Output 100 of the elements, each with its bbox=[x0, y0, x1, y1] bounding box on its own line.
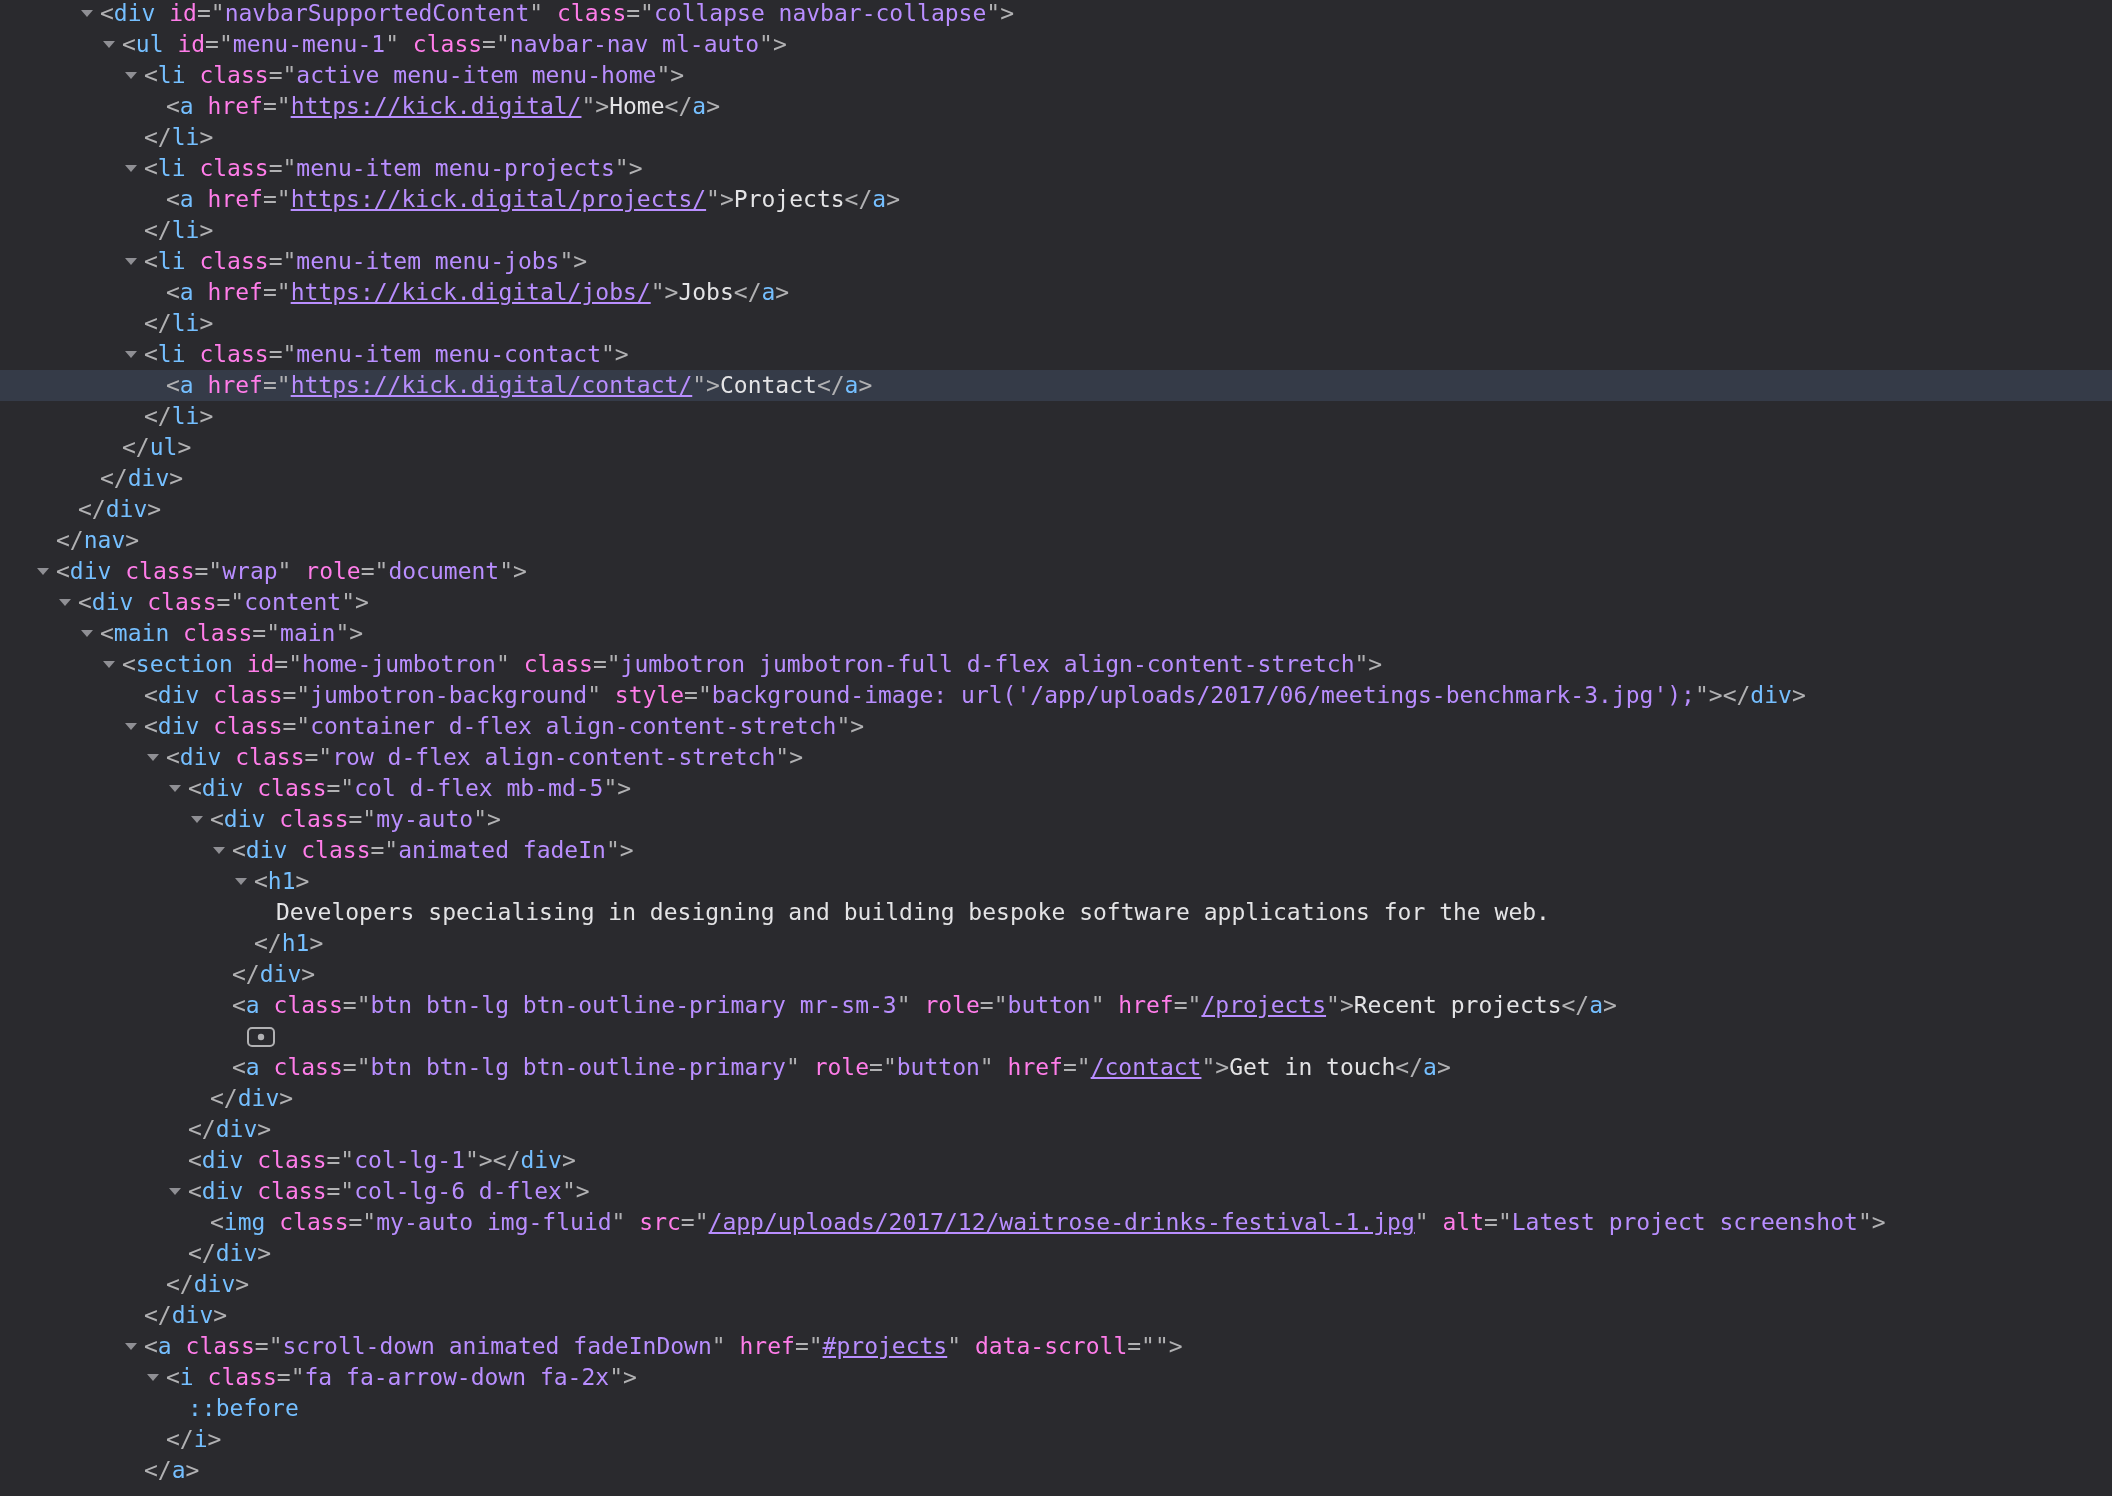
dom-node-row[interactable]: </i> bbox=[0, 1424, 2112, 1455]
dom-node-row[interactable]: </div> bbox=[0, 1083, 2112, 1114]
dom-node-row[interactable]: <div class="wrap" role="document"> bbox=[0, 556, 2112, 587]
dom-node-row[interactable]: <a class="btn btn-lg btn-outline-primary mr-sm-3" role="button" href="/projects">Recent projects</a> bbox=[0, 990, 2112, 1021]
markup-text: </li> bbox=[144, 309, 214, 338]
markup-text: </i> bbox=[166, 1425, 222, 1454]
dom-node-row[interactable]: <div class="animated fadeIn"> bbox=[0, 835, 2112, 866]
link[interactable]: /contact bbox=[1090, 1054, 1202, 1080]
link[interactable]: https://kick.digital/ bbox=[290, 93, 582, 119]
dom-node-row[interactable]: <div class="container d-flex align-content-stretch"> bbox=[0, 711, 2112, 742]
markup-text: <a class="btn btn-lg btn-outline-primary mr-sm-3" role="button" href="/projects">Recent projects</a> bbox=[232, 991, 1617, 1020]
dom-node-row[interactable]: <div class="row d-flex align-content-stretch"> bbox=[0, 742, 2112, 773]
markup-text: <a href="https://kick.digital/jobs/">Jobs</a> bbox=[166, 278, 790, 307]
markup-text: <div class="col d-flex mb-md-5"> bbox=[188, 774, 632, 803]
markup-text: </li> bbox=[144, 123, 214, 152]
dom-node-row[interactable]: </div> bbox=[0, 1269, 2112, 1300]
dom-node-row[interactable]: <li class="menu-item menu-contact"> bbox=[0, 339, 2112, 370]
markup-text: <li class="active menu-item menu-home"> bbox=[144, 61, 685, 90]
dom-node-row[interactable]: </a> bbox=[0, 1455, 2112, 1486]
dom-node-row[interactable]: </div> bbox=[0, 1300, 2112, 1331]
markup-text: </div> bbox=[232, 960, 316, 989]
markup-text: <i class="fa fa-arrow-down fa-2x"> bbox=[166, 1363, 637, 1392]
dom-node-row[interactable]: </div> bbox=[0, 463, 2112, 494]
markup-text: </div> bbox=[78, 495, 162, 524]
dom-node-row[interactable]: <div class="jumbotron-background" style="background-image: url('/app/uploads/2017/06/meetings-benchmark-3.jpg');"></div> bbox=[0, 680, 2112, 711]
markup-text: <div class="content"> bbox=[78, 588, 369, 617]
markup-text: <a href="https://kick.digital/projects/">Projects</a> bbox=[166, 185, 900, 214]
link[interactable]: /app/uploads/2017/12/waitrose-drinks-festival-1.jpg bbox=[708, 1209, 1415, 1235]
link[interactable]: #projects bbox=[822, 1333, 948, 1359]
dom-node-row[interactable]: <img class="my-auto img-fluid" src="/app/uploads/2017/12/waitrose-drinks-festival-1.jpg" alt="Latest project screenshot"> bbox=[0, 1207, 2112, 1238]
markup-text: <a class="btn btn-lg btn-outline-primary" role="button" href="/contact">Get in touch</a> bbox=[232, 1053, 1451, 1082]
markup-text: </div> bbox=[166, 1270, 250, 1299]
markup-text: </li> bbox=[144, 216, 214, 245]
dom-node-row[interactable]: </div> bbox=[0, 959, 2112, 990]
markup-text: <div class="my-auto"> bbox=[210, 805, 501, 834]
dom-node-row[interactable]: Developers specialising in designing and building bespoke software applications for the web. bbox=[0, 897, 2112, 928]
markup-text: </a> bbox=[144, 1456, 200, 1485]
link[interactable]: https://kick.digital/contact/ bbox=[290, 372, 693, 398]
markup-text: </ul> bbox=[122, 433, 192, 462]
dom-node-row[interactable]: </li> bbox=[0, 122, 2112, 153]
dom-node-row[interactable]: <div class="content"> bbox=[0, 587, 2112, 618]
dom-node-row[interactable]: <div id="navbarSupportedContent" class="collapse navbar-collapse"> bbox=[0, 0, 2112, 29]
markup-text: <div class="container d-flex align-content-stretch"> bbox=[144, 712, 865, 741]
dom-node-row[interactable]: <h1> bbox=[0, 866, 2112, 897]
dom-node-row[interactable]: <i class="fa fa-arrow-down fa-2x"> bbox=[0, 1362, 2112, 1393]
markup-text: <div class="animated fadeIn"> bbox=[232, 836, 634, 865]
dom-node-row[interactable]: <div class="col-lg-1"></div> bbox=[0, 1145, 2112, 1176]
dom-node-row[interactable]: </nav> bbox=[0, 525, 2112, 556]
markup-text: </div> bbox=[100, 464, 184, 493]
dom-node-row[interactable]: <li class="active menu-item menu-home"> bbox=[0, 60, 2112, 91]
dom-node-row[interactable]: <div class="col d-flex mb-md-5"> bbox=[0, 773, 2112, 804]
markup-text: </h1> bbox=[254, 929, 324, 958]
link[interactable]: https://kick.digital/projects/ bbox=[290, 186, 707, 212]
dom-node-row[interactable]: <div class="col-lg-6 d-flex"> bbox=[0, 1176, 2112, 1207]
markup-text: </nav> bbox=[56, 526, 140, 555]
markup-text: <h1> bbox=[254, 867, 310, 896]
markup-text: <a class="scroll-down animated fadeInDown" href="#projects" data-scroll=""> bbox=[144, 1332, 1183, 1361]
markup-text: <li class="menu-item menu-contact"> bbox=[144, 340, 629, 369]
dom-node-row[interactable]: <main class="main"> bbox=[0, 618, 2112, 649]
markup-text: <div class="col-lg-1"></div> bbox=[188, 1146, 576, 1175]
link[interactable]: /projects bbox=[1201, 992, 1327, 1018]
markup-text: </div> bbox=[188, 1239, 272, 1268]
markup-text: <ul id="menu-menu-1" class="navbar-nav ml-auto"> bbox=[122, 30, 787, 59]
markup-text: <div class="row d-flex align-content-stretch"> bbox=[166, 743, 803, 772]
markup-text: <a href="https://kick.digital/contact/">Contact</a> bbox=[166, 371, 873, 400]
markup-text: <div class="wrap" role="document"> bbox=[56, 557, 527, 586]
dom-node-row[interactable]: </li> bbox=[0, 401, 2112, 432]
dom-node-row[interactable]: <li class="menu-item menu-projects"> bbox=[0, 153, 2112, 184]
dom-node-row[interactable]: </li> bbox=[0, 215, 2112, 246]
dom-node-row[interactable]: </div> bbox=[0, 494, 2112, 525]
markup-text: <img class="my-auto img-fluid" src="/app/uploads/2017/12/waitrose-drinks-festival-1.jpg" alt="Latest project screenshot"> bbox=[210, 1208, 1886, 1237]
dom-node-row[interactable]: <a class="btn btn-lg btn-outline-primary" role="button" href="/contact">Get in touch</a> bbox=[0, 1052, 2112, 1083]
markup-text: </li> bbox=[144, 402, 214, 431]
dom-node-row[interactable]: <a href="https://kick.digital/projects/">Projects</a> bbox=[0, 184, 2112, 215]
markup-text: </div> bbox=[210, 1084, 294, 1113]
dom-node-row[interactable]: </div> bbox=[0, 1114, 2112, 1145]
dom-node-row[interactable]: </div> bbox=[0, 1238, 2112, 1269]
dom-node-row[interactable]: </h1> bbox=[0, 928, 2112, 959]
dom-node-row[interactable]: <div class="my-auto"> bbox=[0, 804, 2112, 835]
markup-text: <div class="col-lg-6 d-flex"> bbox=[188, 1177, 590, 1206]
dom-node-row[interactable]: </li> bbox=[0, 308, 2112, 339]
markup-text: <div id="navbarSupportedContent" class="collapse navbar-collapse"> bbox=[100, 0, 1014, 28]
dom-node-row[interactable]: <li class="menu-item menu-jobs"> bbox=[0, 246, 2112, 277]
dom-node-row[interactable]: <ul id="menu-menu-1" class="navbar-nav ml-auto"> bbox=[0, 29, 2112, 60]
dom-node-row[interactable]: ::before bbox=[0, 1393, 2112, 1424]
dom-node-row[interactable]: <a class="scroll-down animated fadeInDown" href="#projects" data-scroll=""> bbox=[0, 1331, 2112, 1362]
dom-node-row[interactable]: <a href="https://kick.digital/jobs/">Jobs</a> bbox=[0, 277, 2112, 308]
markup-text: ::before bbox=[188, 1394, 299, 1423]
markup-text: <div class="jumbotron-background" style="background-image: url('/app/uploads/2017/06/meetings-benchmark-3.jpg');"></div> bbox=[144, 681, 1806, 710]
markup-text: <li class="menu-item menu-projects"> bbox=[144, 154, 643, 183]
markup-text: <li class="menu-item menu-jobs"> bbox=[144, 247, 588, 276]
dom-node-row[interactable]: </ul> bbox=[0, 432, 2112, 463]
whitespace-marker-icon[interactable] bbox=[247, 1026, 275, 1047]
dom-node-row[interactable]: <a href="https://kick.digital/contact/">Contact</a> bbox=[0, 370, 2112, 401]
dom-node-row[interactable]: <a href="https://kick.digital/">Home</a> bbox=[0, 91, 2112, 122]
dom-node-row[interactable]: <section id="home-jumbotron" class="jumbotron jumbotron-full d-flex align-content-stretch"> bbox=[0, 649, 2112, 680]
markup-text: <a href="https://kick.digital/">Home</a> bbox=[166, 92, 720, 121]
markup-text: Developers specialising in designing and building bespoke software applications for the web. bbox=[276, 898, 1550, 927]
link[interactable]: https://kick.digital/jobs/ bbox=[290, 279, 651, 305]
markup-text: <section id="home-jumbotron" class="jumbotron jumbotron-full d-flex align-content-stretch"> bbox=[122, 650, 1383, 679]
